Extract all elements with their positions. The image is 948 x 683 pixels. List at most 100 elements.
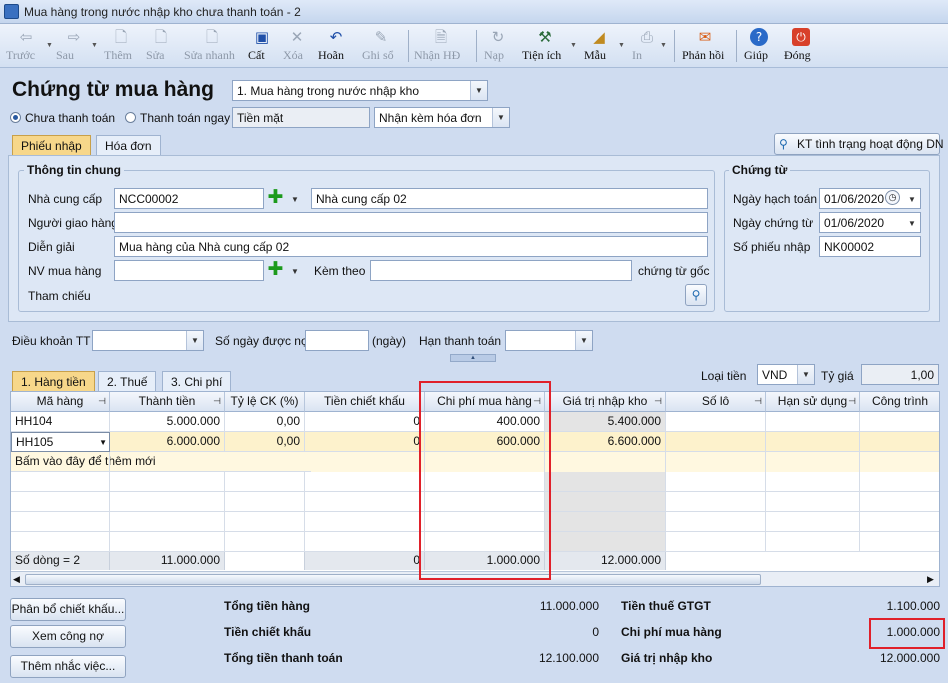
buyer-input[interactable] [114, 260, 264, 281]
supplier-code-input[interactable]: NCC00002 [114, 188, 264, 209]
tools-icon: ⚒ [538, 28, 552, 46]
add-reminder-button[interactable]: Thêm nhắc việc... [10, 655, 126, 678]
currency-select[interactable]: VND ▼ [757, 364, 815, 385]
tools-button[interactable]: ⚒ Tiện ích [522, 27, 568, 65]
table-cell[interactable] [666, 412, 766, 432]
receive-invoice-button[interactable]: 🗎 Nhận HĐ [414, 27, 468, 65]
deliverer-input[interactable] [114, 212, 708, 233]
chevron-down-icon[interactable]: ▼ [99, 433, 107, 451]
total-payment-label: Tổng tiền thanh toán [224, 651, 343, 665]
allocate-discount-button[interactable]: Phân bổ chiết khấu... [10, 598, 126, 621]
quick-edit-icon: 🗋 [205, 28, 219, 46]
scrollbar-thumb[interactable] [25, 574, 761, 585]
tab-receipt[interactable]: Phiếu nhập [12, 135, 91, 155]
chevron-down-icon[interactable]: ▼ [575, 331, 592, 350]
col-header-disc[interactable]: Tiền chiết khấu [305, 392, 425, 412]
radio-unpaid[interactable]: Chưa thanh toán [10, 111, 115, 125]
description-input[interactable]: Mua hàng của Nhà cung cấp 02 [114, 236, 708, 257]
toolbar: ⇦ Trước ▼ ⇨ Sau ▼ 🗋 Thêm 🗋 Sửa 🗋 Sửa nhanh ▣ C… [0, 24, 948, 68]
chevron-down-icon[interactable]: ▼ [186, 331, 203, 350]
collapse-handle[interactable]: ▲ [450, 354, 496, 362]
chevron-down-icon[interactable]: ▼ [908, 219, 916, 228]
scroll-right-icon[interactable]: ▶ [927, 574, 934, 585]
table-cell[interactable]: HH104 [11, 412, 110, 432]
delete-button[interactable]: ✕ Xóa [283, 27, 311, 65]
tab-tax[interactable]: 2. Thuế [98, 371, 157, 391]
radio-paid-now[interactable]: Thanh toán ngay [125, 111, 230, 125]
table-cell[interactable]: 0 [305, 432, 425, 452]
table-cell-code-combo[interactable]: HH105 ▼ [11, 432, 110, 452]
chevron-down-icon[interactable]: ▼ [291, 195, 299, 204]
post-button[interactable]: ✎ Ghi sổ [362, 27, 400, 65]
table-cell[interactable]: 0,00 [225, 412, 305, 432]
due-date-select[interactable]: ▼ [505, 330, 593, 351]
scroll-left-icon[interactable]: ◀ [13, 574, 20, 585]
pin-icon: ⊣ [213, 396, 221, 406]
kt-status-button[interactable]: ⚲ KT tình trạng hoạt động DN [774, 133, 944, 155]
undo-button[interactable]: ↶ Hoãn [318, 27, 354, 65]
posting-date-input[interactable]: 01/06/2020 [819, 188, 921, 209]
chevron-down-icon[interactable]: ▼ [470, 81, 487, 100]
col-header-amount[interactable]: Thành tiền ⊣ [110, 392, 225, 412]
col-header-lot[interactable]: Số lô ⊣ [666, 392, 766, 412]
tab-invoice[interactable]: Hóa đơn [96, 135, 161, 155]
quick-edit-button[interactable]: 🗋 Sửa nhanh [184, 27, 240, 65]
col-header-code[interactable]: Mã hàng ⊣ [11, 392, 110, 412]
reference-label: Tham chiếu [28, 289, 91, 303]
grid-line [765, 452, 766, 552]
arrow-right-icon: ⇨ [67, 28, 81, 46]
save-button[interactable]: ▣ Cất [248, 27, 276, 65]
attach-input[interactable] [370, 260, 632, 281]
col-header-expiry[interactable]: Hạn sử dụng ⊣ [766, 392, 860, 412]
add-supplier-icon[interactable]: ✚ [266, 188, 285, 208]
clock-icon[interactable]: ◷ [885, 190, 900, 205]
table-cell[interactable] [860, 432, 939, 452]
grid-line [224, 472, 225, 552]
table-cell[interactable] [766, 412, 860, 432]
add-button[interactable]: 🗋 Thêm [104, 27, 138, 65]
edit-button[interactable]: 🗋 Sửa [146, 27, 176, 65]
prev-button[interactable]: ⇦ Trước [6, 27, 46, 65]
chevron-down-icon[interactable]: ▼ [492, 108, 509, 127]
reload-button[interactable]: ↻ Nạp [484, 27, 512, 65]
next-button[interactable]: ⇨ Sau [56, 27, 92, 65]
col-header-project[interactable]: Công trình [860, 392, 939, 412]
rate-input[interactable]: 1,00 [861, 364, 939, 385]
template-button[interactable]: ◢ Mẫu [584, 27, 614, 65]
col-header-stock-value[interactable]: Giá trị nhập kho ⊣ [545, 392, 666, 412]
table-cell[interactable]: 6.000.000 [110, 432, 225, 452]
col-header-disc-rate[interactable]: Tỷ lệ CK (%) [225, 392, 305, 412]
table-cell[interactable] [860, 412, 939, 432]
credit-days-input[interactable] [305, 330, 369, 351]
chevron-down-icon[interactable]: ▼ [291, 267, 299, 276]
print-button[interactable]: ⎙ In [632, 27, 662, 65]
reference-search-icon[interactable]: ⚲ [685, 284, 707, 306]
add-new-row-hint[interactable]: Bấm vào đây để thêm mới [11, 452, 311, 472]
feedback-button[interactable]: ✉ Phản hồi [682, 27, 728, 65]
sum-disc: 0 [305, 552, 425, 570]
doc-no-input[interactable]: NK00002 [819, 236, 921, 257]
print-icon: ⎙ [640, 28, 653, 46]
help-button[interactable]: ? Giúp [744, 27, 774, 65]
supplier-name-input[interactable]: Nhà cung cấp 02 [311, 188, 708, 209]
payment-terms-select[interactable]: ▼ [92, 330, 204, 351]
doc-type-select[interactable]: 1. Mua hàng trong nước nhập kho ▼ [232, 80, 488, 101]
table-cell[interactable]: 0 [305, 412, 425, 432]
chevron-down-icon[interactable]: ▼ [908, 195, 916, 204]
table-cell[interactable]: 0,00 [225, 432, 305, 452]
add-buyer-icon[interactable]: ✚ [266, 260, 285, 280]
close-button[interactable]: ⏻ Đóng [784, 27, 818, 65]
view-debt-button[interactable]: Xem công nợ [10, 625, 126, 648]
chevron-down-icon[interactable]: ▼ [797, 365, 814, 384]
total-goods-value: 11.000.000 [539, 599, 599, 613]
table-cell[interactable]: 5.000.000 [110, 412, 225, 432]
table-cell[interactable] [766, 432, 860, 452]
tab-cost[interactable]: 3. Chi phí [162, 371, 232, 391]
arrow-left-icon: ⇦ [19, 28, 33, 46]
table-cell[interactable] [666, 432, 766, 452]
invoice-option-select[interactable]: Nhận kèm hóa đơn ▼ [374, 107, 510, 128]
doc-date-input[interactable]: 01/06/2020 [819, 212, 921, 233]
buyer-label: NV mua hàng [28, 264, 102, 278]
tab-goods[interactable]: 1. Hàng tiền [12, 371, 95, 391]
total-payment-value: 12.100.000 [538, 651, 599, 665]
